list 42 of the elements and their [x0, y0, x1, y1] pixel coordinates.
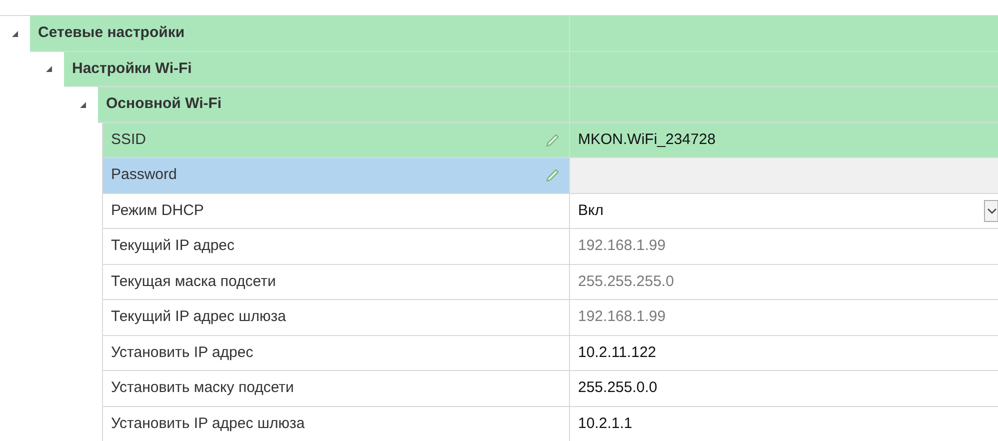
- property-value-cell[interactable]: [570, 158, 998, 194]
- property-name-cell[interactable]: Текущая маска подсети: [102, 264, 570, 300]
- property-name-cell[interactable]: Установить IP адрес: [102, 336, 570, 371]
- property-name-cell[interactable]: Password: [102, 158, 570, 194]
- property-name-cell[interactable]: Текущий IP адрес: [102, 229, 570, 264]
- group-label: Настройки Wi-Fi: [72, 58, 192, 78]
- expanded-arrow-icon[interactable]: [79, 100, 87, 109]
- property-name: Режим DHCP: [111, 200, 204, 220]
- property-name: Установить IP адрес: [111, 342, 254, 362]
- group-row[interactable]: Настройки Wi-Fi: [64, 52, 998, 87]
- property-name-cell[interactable]: SSID: [102, 122, 570, 158]
- property-name-cell[interactable]: Текущий IP адрес шлюза: [102, 300, 570, 336]
- property-name: Установить маску подсети: [111, 378, 294, 398]
- group-row[interactable]: Основной Wi-Fi: [98, 87, 998, 122]
- property-value: MKON.WiFi_234728: [578, 130, 716, 150]
- property-value: 255.255.0.0: [578, 378, 658, 398]
- expanded-arrow-icon[interactable]: [11, 30, 19, 38]
- property-value: 10.2.11.122: [578, 342, 656, 362]
- property-name: Текущий IP адрес шлюза: [111, 307, 286, 327]
- property-value: 192.168.1.99: [578, 236, 666, 256]
- value-dropdown[interactable]: Вкл: [570, 194, 998, 229]
- pencil-icon: [545, 132, 561, 148]
- property-name: Установить IP адрес шлюза: [111, 414, 305, 434]
- group-row[interactable]: Сетевые настройки: [30, 16, 998, 52]
- property-name-cell[interactable]: Режим DHCP: [102, 194, 570, 229]
- property-name: SSID: [111, 130, 146, 150]
- property-name-cell[interactable]: Установить IP адрес шлюза: [102, 406, 570, 441]
- expanded-arrow-icon[interactable]: [45, 65, 53, 74]
- property-value: 10.2.1.1: [578, 414, 632, 434]
- group-label: Основной Wi-Fi: [106, 94, 222, 114]
- property-name: Текущий IP адрес: [111, 236, 235, 256]
- pencil-icon: [545, 167, 561, 184]
- property-value: 192.168.1.99: [578, 307, 666, 327]
- property-value-cell[interactable]: 10.2.11.122: [570, 336, 998, 371]
- property-value-cell[interactable]: MKON.WiFi_234728: [570, 122, 998, 158]
- chevron-down-icon[interactable]: [984, 200, 998, 222]
- property-name: Password: [111, 165, 177, 185]
- property-name-cell[interactable]: Установить маску подсети: [102, 371, 570, 406]
- property-value: Вкл: [578, 200, 604, 220]
- property-value: 255.255.255.0: [578, 272, 674, 292]
- group-label: Сетевые настройки: [38, 23, 185, 43]
- property-name: Текущая маска подсети: [111, 272, 276, 292]
